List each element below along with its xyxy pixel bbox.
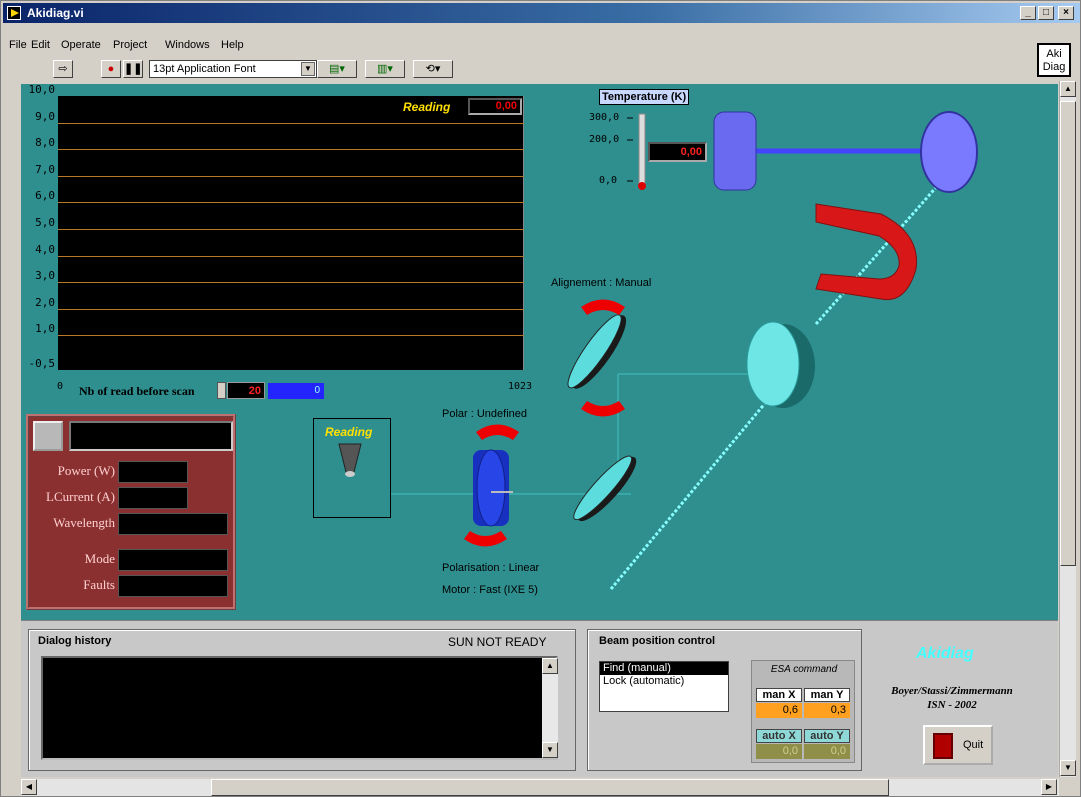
y-tick-label: 7,0 — [35, 162, 55, 176]
beam-position-panel: Beam position control Find (manual) Lock… — [587, 629, 862, 771]
auto-y-value: 0,0 — [804, 744, 850, 759]
scroll-left-icon[interactable]: ◀ — [21, 779, 37, 795]
detector-reading-label: Reading — [325, 425, 373, 439]
esa-command-panel: ESA command man X man Y 0,6 0,3 auto X a… — [751, 660, 855, 763]
menu-project[interactable]: Project — [113, 39, 147, 51]
man-y-label: man Y — [804, 688, 850, 702]
scroll-up-icon[interactable]: ▲ — [1060, 81, 1076, 97]
toolbar: ⇨ ● ❚❚ 13pt Application Font ▼ ▤▾ ▥▾ ⟲▾ — [3, 56, 1033, 82]
horizontal-scroll-thumb[interactable] — [211, 779, 889, 796]
temperature-value: 0,00 — [648, 142, 707, 162]
y-tick-label: 10,0 — [28, 83, 56, 96]
title-bar: Akidiag.vi _ □ × — [3, 3, 1080, 23]
motor-status: Motor : Fast (IXE 5) — [442, 584, 538, 596]
man-x-input[interactable]: 0,6 — [756, 703, 802, 718]
optical-setup-drawing — [338, 111, 978, 590]
temp-tick-0: 0,0 — [599, 175, 618, 186]
quit-button[interactable]: Quit — [923, 725, 993, 765]
vertical-scroll-thumb[interactable] — [1060, 101, 1076, 566]
man-x-label: man X — [756, 688, 802, 702]
menu-windows[interactable]: Windows — [165, 39, 210, 51]
pause-icon[interactable]: ❚❚ — [123, 60, 143, 78]
man-y-input[interactable]: 0,3 — [804, 703, 850, 718]
authors: Boyer/Stassi/Zimmermann ISN - 2002 — [869, 684, 1035, 712]
door-icon — [933, 733, 953, 759]
y-tick-label: 1,0 — [35, 322, 55, 336]
font-selector-value: 13pt Application Font — [153, 63, 256, 75]
maximize-button[interactable]: □ — [1038, 6, 1054, 20]
status-area: Dialog history SUN NOT READY ▲ ▼ Beam po… — [21, 620, 1058, 777]
abort-icon[interactable]: ● — [101, 60, 121, 78]
alignment-status: Alignement : Manual — [551, 277, 652, 289]
esa-command-title: ESA command — [770, 664, 838, 675]
application-window: Akidiag.vi _ □ × File Edit Operate Proje… — [0, 0, 1081, 797]
polarisation-status: Polarisation : Linear — [442, 562, 540, 574]
auto-x-label: auto X — [756, 729, 802, 743]
polar-status: Polar : Undefined — [442, 408, 527, 420]
y-tick-label: 3,0 — [35, 269, 55, 283]
auto-x-value: 0,0 — [756, 744, 802, 759]
beam-mode-lock[interactable]: Lock (automatic) — [600, 675, 728, 688]
sun-status: SUN NOT READY — [448, 635, 547, 649]
scroll-down-icon[interactable]: ▼ — [1060, 760, 1076, 776]
y-tick-label: 5,0 — [35, 216, 55, 229]
dialog-history-log[interactable] — [41, 656, 558, 760]
temp-tick-200: 200,0 — [589, 134, 620, 145]
auto-y-label: auto Y — [804, 729, 850, 743]
close-button[interactable]: × — [1058, 6, 1074, 20]
app-name: Akidiag — [916, 645, 974, 662]
horizontal-scrollbar[interactable]: ◀ ▶ — [21, 779, 1059, 796]
authors-lab: ISN - 2002 — [927, 699, 977, 711]
window-title: Akidiag.vi — [27, 6, 84, 20]
scroll-up-icon[interactable]: ▲ — [542, 658, 558, 674]
menu-help[interactable]: Help — [221, 39, 244, 51]
y-tick-label: 4,0 — [35, 242, 55, 256]
menu-file[interactable]: File — [9, 39, 27, 51]
menu-operate[interactable]: Operate — [61, 39, 101, 51]
scroll-down-icon[interactable]: ▼ — [542, 742, 558, 758]
vertical-scrollbar[interactable]: ▲ ▼ — [1059, 81, 1076, 777]
beam-position-title: Beam position control — [599, 635, 716, 647]
temperature-label: Temperature (K) — [599, 89, 690, 105]
aki-diag-logo: Aki Diag — [1037, 43, 1071, 77]
front-panel: Reading 0,00 0 1023 Nb of read before sc… — [21, 84, 1058, 620]
font-selector[interactable]: 13pt Application Font ▼ — [149, 60, 317, 78]
authors-names: Boyer/Stassi/Zimmermann — [891, 685, 1013, 697]
labview-vi-icon — [7, 6, 21, 20]
dialog-history-panel: Dialog history SUN NOT READY ▲ ▼ — [28, 629, 576, 771]
y-tick-label: 2,0 — [35, 295, 55, 309]
scroll-right-icon[interactable]: ▶ — [1041, 779, 1057, 795]
dialog-scrollbar[interactable]: ▲ ▼ — [542, 658, 558, 758]
run-arrow-icon[interactable]: ⇨ — [53, 60, 73, 78]
quit-label: Quit — [963, 739, 984, 751]
chevron-down-icon[interactable]: ▼ — [301, 62, 315, 76]
y-tick-label: 8,0 — [35, 136, 55, 150]
y-tick-label: -0,5 — [28, 357, 56, 370]
beam-mode-list[interactable]: Find (manual) Lock (automatic) — [599, 661, 729, 712]
dialog-history-title: Dialog history — [38, 635, 112, 647]
minimize-button[interactable]: _ — [1020, 6, 1036, 20]
menu-bar: File Edit Operate Project Windows Help — [3, 35, 1033, 55]
menu-edit[interactable]: Edit — [31, 39, 50, 51]
detector-reading-box: Reading — [313, 418, 391, 518]
y-tick-label: 6,0 — [35, 189, 55, 203]
y-tick-label: 9,0 — [35, 109, 55, 123]
temp-tick-300: 300,0 — [589, 112, 620, 123]
reorder-icon[interactable]: ⟲▾ — [413, 60, 453, 78]
align-objects-icon[interactable]: ▤▾ — [317, 60, 357, 78]
distribute-objects-icon[interactable]: ▥▾ — [365, 60, 405, 78]
beam-mode-find[interactable]: Find (manual) — [600, 662, 728, 675]
